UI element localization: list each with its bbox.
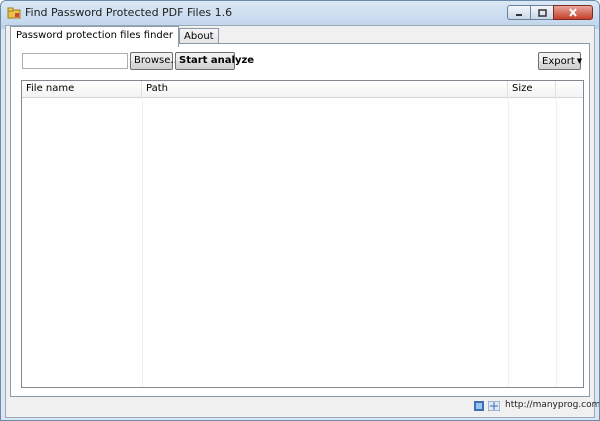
column-header-size[interactable]: Size <box>508 81 556 97</box>
column-divider <box>142 97 143 387</box>
minimize-icon <box>516 13 522 16</box>
close-icon <box>569 8 577 17</box>
tab-strip: Password protection files finder About <box>10 26 219 47</box>
folder-icon <box>7 7 21 19</box>
website-link[interactable]: http://manyprog.com <box>505 400 599 410</box>
column-header-filler <box>556 81 583 97</box>
status-bar: http://manyprog.com <box>10 397 599 417</box>
window-title: Find Password Protected PDF Files 1.6 <box>25 6 233 19</box>
dropdown-arrow-icon: ▼ <box>576 57 583 65</box>
export-button[interactable]: Export ▼ <box>538 52 583 70</box>
table-header: File name Path Size <box>22 81 583 98</box>
minimize-button[interactable] <box>507 5 531 20</box>
maximize-button[interactable] <box>530 5 554 20</box>
column-header-file-name[interactable]: File name <box>22 81 142 97</box>
title-bar[interactable]: Find Password Protected PDF Files 1.6 <box>1 1 599 25</box>
client-area: Password protection files finder About B… <box>5 25 599 418</box>
status-icon <box>474 401 484 411</box>
column-header-path[interactable]: Path <box>142 81 508 97</box>
window-controls <box>507 5 593 21</box>
results-table[interactable]: File name Path Size <box>21 80 584 388</box>
tab-password-finder[interactable]: Password protection files finder <box>10 26 180 47</box>
maximize-icon <box>538 8 547 17</box>
column-divider <box>508 97 509 387</box>
start-analyze-button[interactable]: Start analyze <box>175 52 254 70</box>
column-divider <box>556 97 557 387</box>
export-label: Export <box>542 56 575 67</box>
app-window: Find Password Protected PDF Files 1.6 Pa… <box>0 0 600 421</box>
folder-path-input[interactable] <box>22 53 128 69</box>
finder-panel: Browse... Start analyze Export ▼ File nam… <box>10 43 590 397</box>
close-button[interactable] <box>553 5 593 20</box>
web-icon <box>488 401 500 411</box>
browse-button[interactable]: Browse... <box>130 52 180 70</box>
